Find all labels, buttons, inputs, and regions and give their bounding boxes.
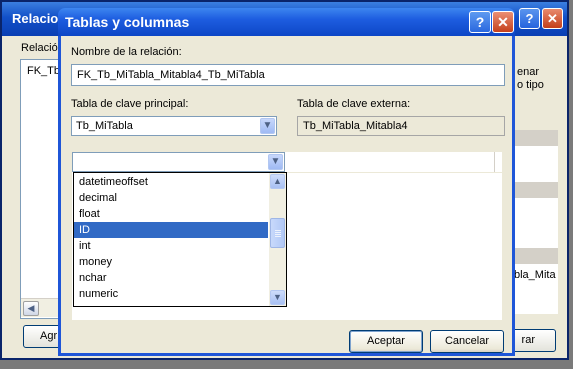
- chevron-down-icon[interactable]: ▼: [270, 290, 285, 305]
- tables-columns-dialog: Tablas y columnas ? ✕ Nombre de la relac…: [58, 8, 515, 356]
- primary-key-table-select[interactable]: Tb_MiTabla ▼: [71, 116, 277, 136]
- grip-line: [275, 236, 281, 237]
- relations-description-line-2: o tipo: [517, 79, 544, 91]
- dialog-title: Tablas y columnas: [65, 14, 190, 30]
- grid-row: [510, 130, 558, 146]
- columns-grid-header: [285, 152, 502, 173]
- relation-name-label: Nombre de la relación:: [71, 46, 182, 58]
- grip-line: [275, 232, 281, 233]
- grid-row: [510, 182, 558, 198]
- column-dropdown-list[interactable]: datetimeoffset decimal float ID int mone…: [73, 172, 287, 307]
- primary-column-select[interactable]: ▼: [72, 152, 285, 172]
- relations-window-title: Relacio: [12, 11, 59, 26]
- list-item[interactable]: int: [74, 238, 268, 254]
- relations-close-icon[interactable]: ✕: [542, 8, 563, 29]
- primary-key-table-label: Tabla de clave principal:: [71, 98, 189, 110]
- cancel-button[interactable]: Cancelar: [430, 330, 504, 353]
- chevron-up-icon[interactable]: ▲: [270, 174, 285, 189]
- dialog-body: Nombre de la relación: FK_Tb_MiTabla_Mit…: [61, 36, 512, 353]
- relations-description-line-1: enar: [517, 66, 540, 78]
- scrollbar-thumb[interactable]: [270, 218, 285, 248]
- foreign-key-table-label: Tabla de clave externa:: [297, 98, 411, 110]
- list-item[interactable]: nchar: [74, 270, 268, 286]
- chevron-left-icon[interactable]: ◀: [23, 301, 39, 316]
- foreign-key-table-field: Tb_MiTabla_Mitabla4: [297, 116, 505, 136]
- relation-name-input[interactable]: FK_Tb_MiTabla_Mitabla4_Tb_MiTabla: [71, 64, 505, 86]
- list-item[interactable]: float: [74, 206, 268, 222]
- list-item[interactable]: datetimeoffset: [74, 174, 268, 190]
- chevron-down-icon[interactable]: ▼: [260, 118, 275, 134]
- relations-grid-value: bla_Mita: [514, 269, 556, 281]
- list-item[interactable]: money: [74, 254, 268, 270]
- close-icon[interactable]: ✕: [492, 11, 514, 33]
- relations-help-button[interactable]: ?: [519, 8, 540, 29]
- dropdown-scrollbar[interactable]: ▲ ▼: [269, 173, 286, 306]
- primary-key-table-value: Tb_MiTabla: [76, 120, 133, 132]
- grid-row: [510, 248, 558, 264]
- ok-button[interactable]: Aceptar: [349, 330, 423, 353]
- list-item[interactable]: decimal: [74, 190, 268, 206]
- list-item[interactable]: numeric: [74, 286, 268, 302]
- relations-description: enar o tipo: [517, 66, 544, 92]
- grip-line: [275, 234, 281, 235]
- chevron-down-icon[interactable]: ▼: [268, 154, 283, 170]
- relations-list-item[interactable]: FK_Tb: [27, 65, 60, 77]
- grip-line: [275, 230, 281, 231]
- help-icon[interactable]: ?: [469, 11, 491, 33]
- dialog-titlebar: Tablas y columnas ? ✕: [58, 8, 515, 36]
- foreign-column-cell[interactable]: [285, 152, 495, 172]
- relations-property-grid: [510, 130, 558, 314]
- list-item-selected[interactable]: ID: [74, 222, 268, 238]
- relations-label: Relació: [21, 42, 58, 54]
